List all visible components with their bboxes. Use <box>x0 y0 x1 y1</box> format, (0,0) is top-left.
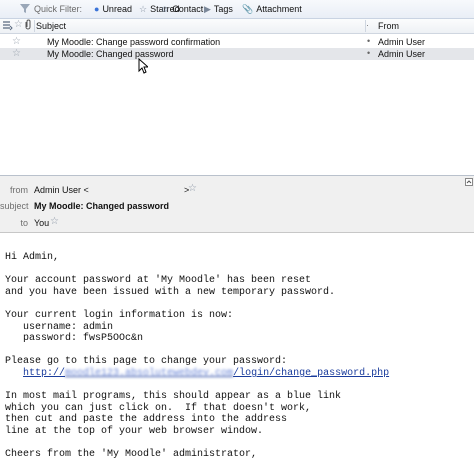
quick-filter-label: Quick Filter: <box>34 4 83 14</box>
attachment-filter-button[interactable]: 📎 Attachment <box>242 2 302 16</box>
body-closing: Cheers from the 'My Moodle' administrato… <box>5 449 258 461</box>
subject-column-header[interactable]: Subject <box>36 21 66 31</box>
starred-column-icon[interactable]: ☆ <box>14 19 23 30</box>
username-line: username: admin <box>5 321 114 333</box>
subject-value: My Moodle: Changed password <box>34 201 170 211</box>
change-password-link[interactable]: http://moodle123.absolutewebdev.com/logi… <box>23 368 389 379</box>
message-body: Hi Admin, Your account password at 'My M… <box>5 252 389 461</box>
sender-star-icon[interactable]: ☆ <box>188 183 197 194</box>
read-status-icon[interactable]: • <box>367 36 370 46</box>
contact-filter-button[interactable]: ☺ Contact <box>160 2 203 16</box>
message-header-pane: from Admin User < > ☆ subject My Moodle:… <box>0 176 474 233</box>
body-greeting: Hi Admin, <box>5 252 60 263</box>
message-subject: My Moodle: Change password confirmation <box>47 37 221 47</box>
to-label: to <box>20 218 28 228</box>
star-toggle-icon[interactable]: ☆ <box>12 36 21 47</box>
subject-label: subject <box>0 201 29 211</box>
mouse-pointer-icon <box>138 58 148 74</box>
paperclip-icon: 📎 <box>242 3 254 14</box>
body-text-line: Your account password at 'My Moodle' has… <box>5 275 312 287</box>
message-sender: Admin User <box>378 37 426 47</box>
attachment-column-icon[interactable] <box>24 19 32 32</box>
body-text-line: Please go to this page to change your pa… <box>5 356 288 368</box>
unread-filter-button[interactable]: ● Unread <box>94 2 132 16</box>
message-subject: My Moodle: Changed password <box>47 49 174 59</box>
unread-dot-icon: ● <box>94 3 100 14</box>
from-value[interactable]: Admin User < <box>34 185 89 195</box>
message-row[interactable]: ☆ My Moodle: Change password confirmatio… <box>0 36 474 48</box>
body-text-line: In most mail programs, this should appea… <box>5 391 342 403</box>
message-sender: Admin User <box>378 49 426 59</box>
recipient-star-icon[interactable]: ☆ <box>50 216 59 227</box>
star-toggle-icon[interactable]: ☆ <box>12 48 21 59</box>
from-column-header[interactable]: From <box>378 21 399 31</box>
filter-icon <box>20 3 30 16</box>
message-row-selected[interactable]: ☆ My Moodle: Changed password • Admin Us… <box>0 48 474 60</box>
collapse-header-icon[interactable] <box>465 178 473 188</box>
tag-icon: ▶ <box>204 3 211 14</box>
body-text-line: line at the top of your web browser wind… <box>5 425 264 437</box>
redacted-domain: moodle123.absolutewebdev.com <box>65 367 234 379</box>
body-text-line: and you have been issued with a new temp… <box>5 286 336 298</box>
contact-icon: ☺ <box>160 3 170 14</box>
thread-column-icon[interactable] <box>2 20 13 33</box>
read-column-icon[interactable]: · <box>366 20 369 30</box>
body-text-line: then cut and paste the address into the … <box>5 414 288 426</box>
quick-filter-bar: Quick Filter: ● Unread ☆ Starred ☺ Conta… <box>0 0 474 19</box>
message-list-header: ☆ Subject · From <box>0 19 474 34</box>
from-label: from <box>10 185 28 195</box>
to-value[interactable]: You <box>34 218 49 228</box>
password-line: password: fwsP5OOc&n <box>5 333 144 345</box>
body-text-line: which you can just click on. If that doe… <box>5 402 312 414</box>
read-status-icon[interactable]: • <box>367 48 370 58</box>
body-text-line: Your current login information is now: <box>5 309 234 321</box>
tags-filter-button[interactable]: ▶ Tags <box>204 2 233 16</box>
star-icon: ☆ <box>139 3 148 14</box>
